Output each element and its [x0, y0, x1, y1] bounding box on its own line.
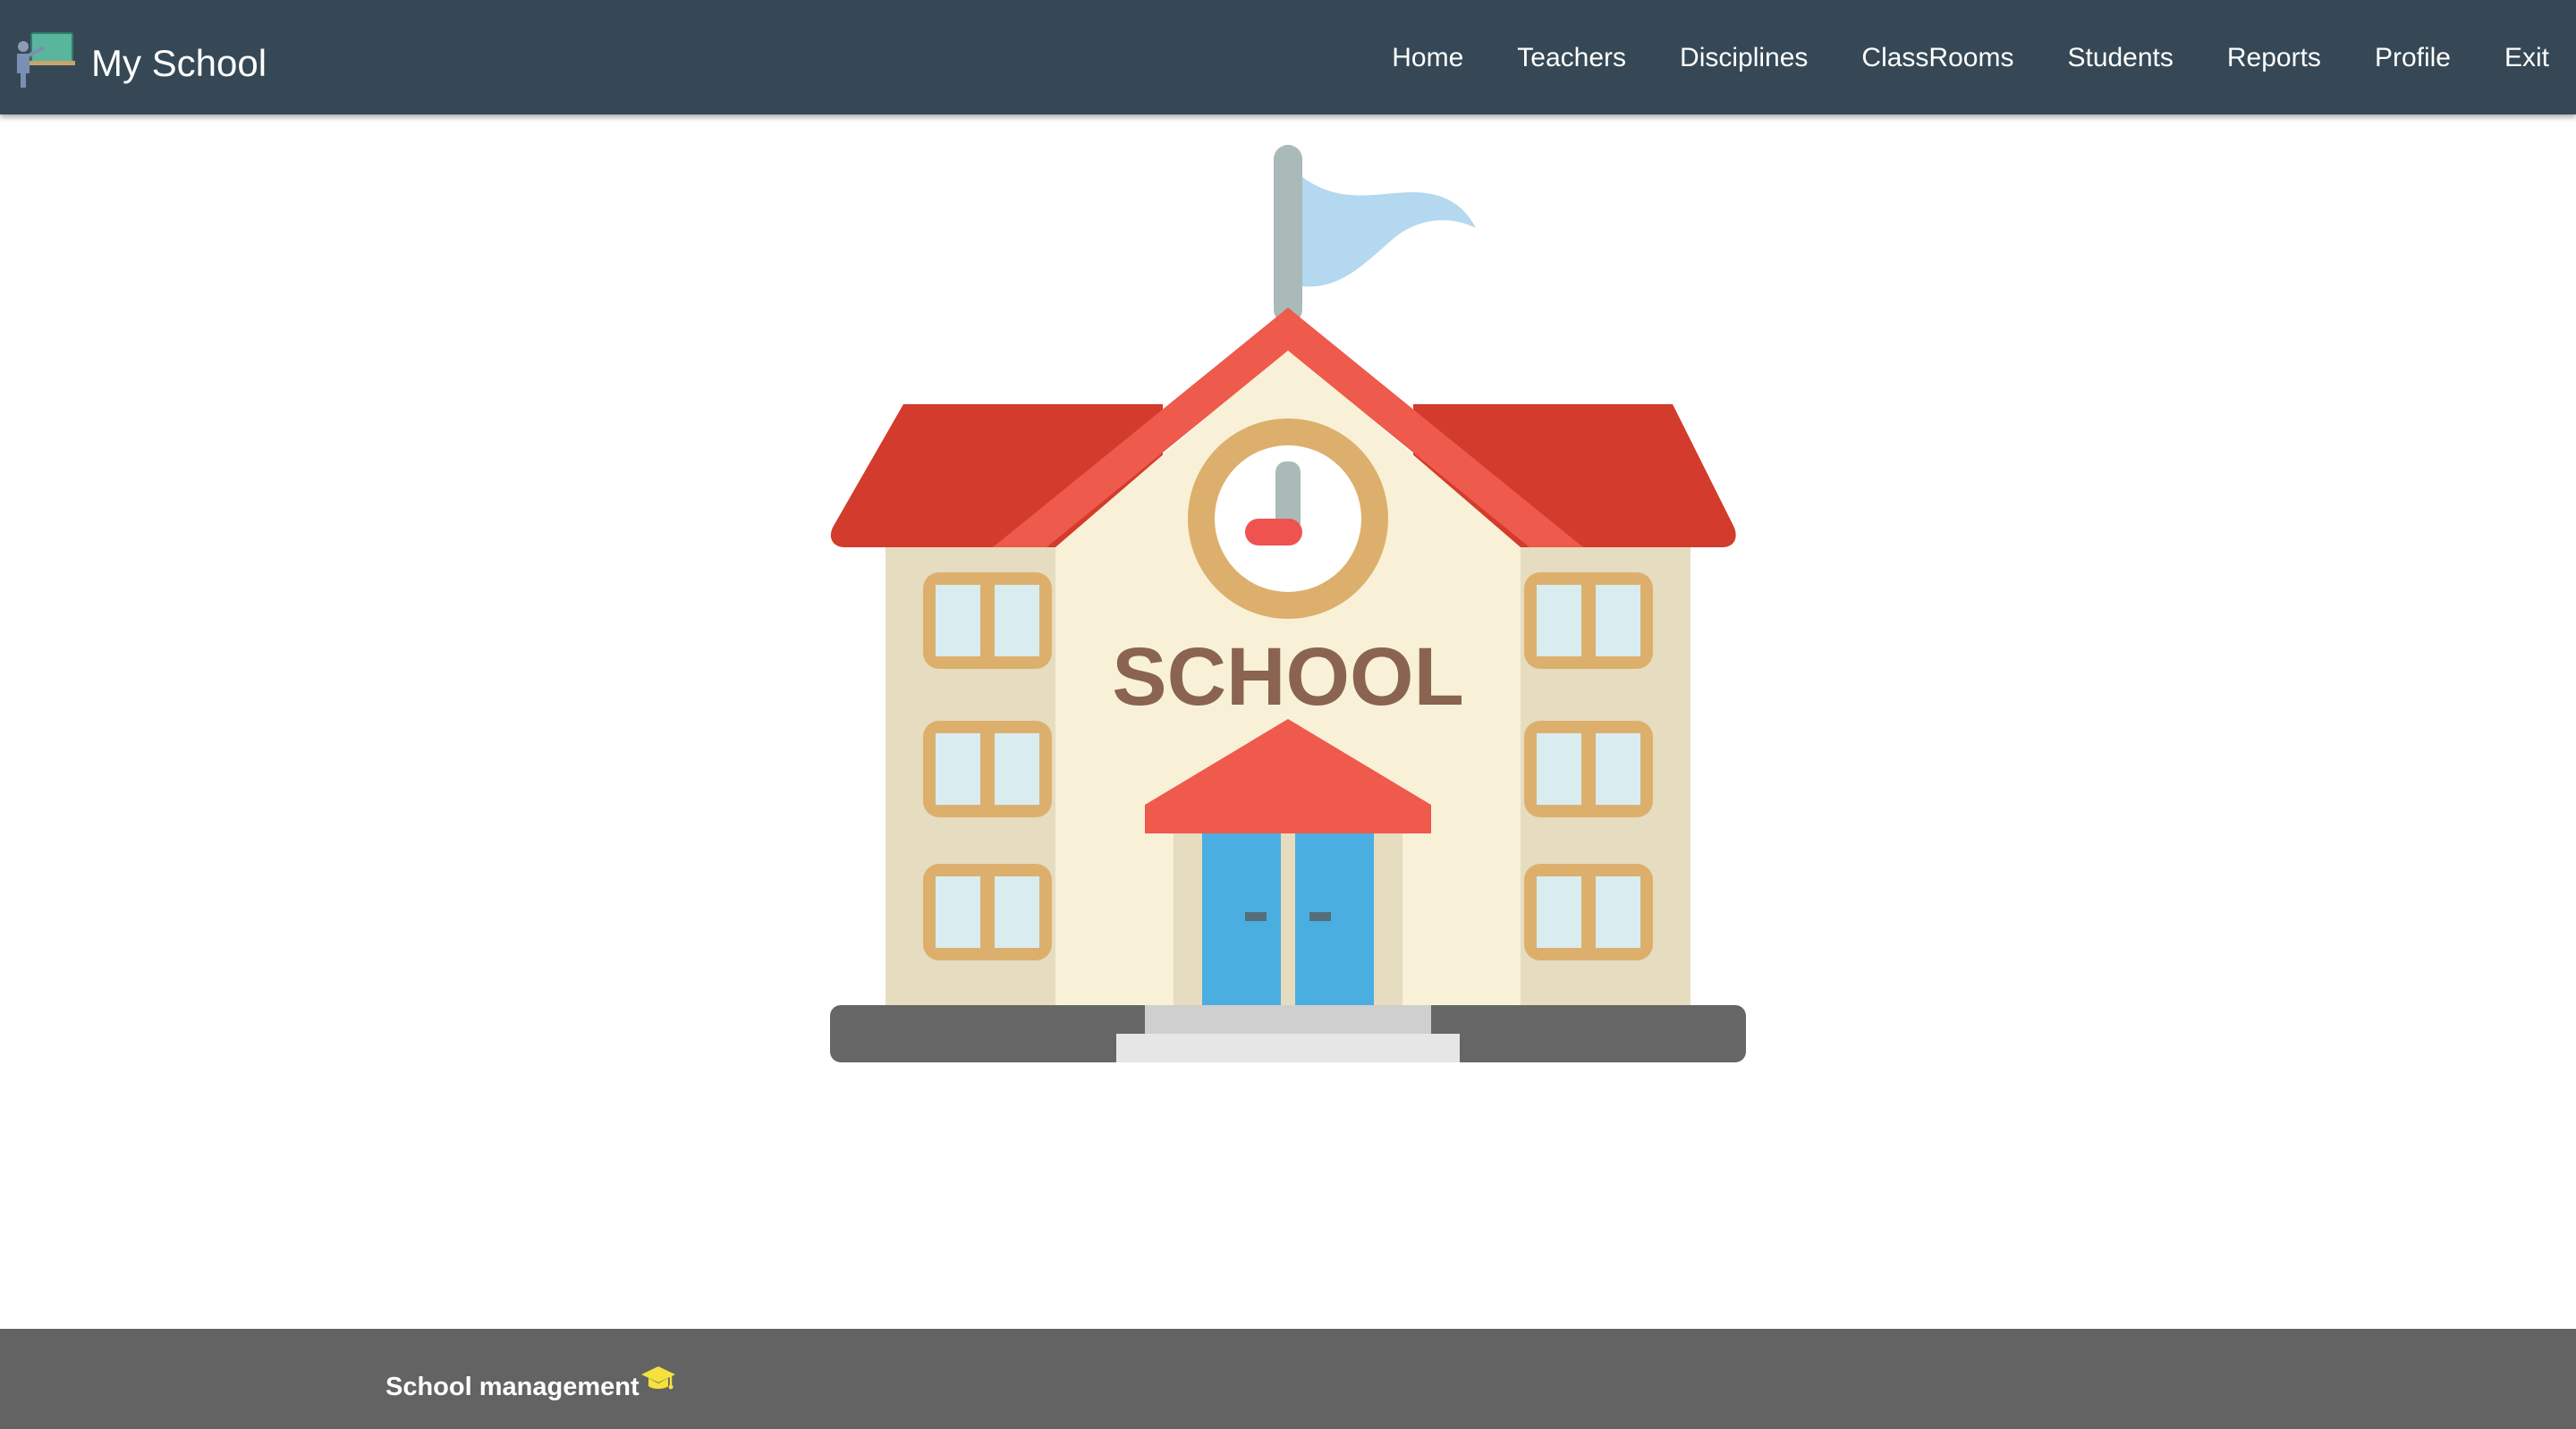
nav-home[interactable]: Home [1392, 45, 1463, 72]
graduation-cap-icon [641, 1366, 675, 1390]
nav-disciplines[interactable]: Disciplines [1680, 45, 1808, 72]
brand-title: My School [91, 42, 267, 84]
footer-text: School management [386, 1373, 640, 1401]
page: My School Home Teachers Disciplines Clas… [0, 0, 2576, 1429]
brand-link[interactable]: My School [13, 16, 267, 102]
left-windows [923, 572, 1052, 960]
nav-classrooms[interactable]: ClassRooms [1861, 45, 2013, 72]
nav-teachers[interactable]: Teachers [1517, 45, 1626, 72]
school-building-icon: SCHOOL [830, 145, 1746, 1062]
nav-profile[interactable]: Profile [2375, 45, 2451, 72]
right-windows [1524, 572, 1653, 960]
teacher-blackboard-icon [17, 32, 75, 88]
nav-exit[interactable]: Exit [2504, 45, 2549, 72]
navbar: My School Home Teachers Disciplines Clas… [0, 0, 2576, 114]
school-sign: SCHOOL [1112, 631, 1464, 723]
nav-menu: Home Teachers Disciplines ClassRooms Stu… [1392, 0, 2549, 114]
nav-reports[interactable]: Reports [2227, 45, 2321, 72]
nav-students[interactable]: Students [2067, 45, 2173, 72]
